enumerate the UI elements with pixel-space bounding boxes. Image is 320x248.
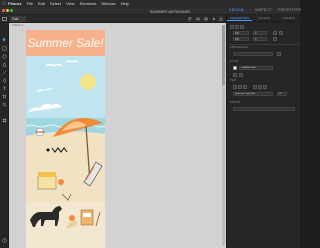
minimize-window-button[interactable]	[6, 9, 9, 12]
font-size-field[interactable]: 18	[277, 92, 287, 96]
mode-tab-prototype[interactable]: PROTOTYPE	[278, 8, 301, 12]
divider	[229, 44, 299, 45]
sun	[80, 74, 96, 90]
line-tool-icon[interactable]	[2, 70, 7, 75]
menu-bar:  Pharos File Edit Select View Elements …	[0, 0, 300, 7]
sidebar-toggle-icon[interactable]	[2, 17, 7, 21]
panel-tabs: PROPERTIES LAYERS ASSETS	[227, 15, 301, 22]
menu-window[interactable]: Window	[101, 1, 115, 6]
scroll-thumb[interactable]	[222, 25, 225, 85]
title-bar: SUMMER ARTBOARD DESIGN INSPECT PROTOTYPE	[0, 7, 301, 15]
mode-tab-design[interactable]: DESIGN	[229, 8, 244, 12]
align-left-icon[interactable]	[230, 25, 234, 29]
headline-text[interactable]: Summer Sale!	[27, 36, 104, 50]
menu-select[interactable]: Select	[50, 1, 61, 6]
menu-elements[interactable]: Elements	[80, 1, 97, 6]
flip-icon[interactable]	[273, 37, 277, 41]
mode-tab-inspect[interactable]: INSPECT	[255, 8, 272, 12]
menu-edit[interactable]: Edit	[38, 1, 45, 6]
align-icon[interactable]	[188, 17, 192, 21]
shadow-icon[interactable]	[239, 73, 243, 77]
italic-icon[interactable]	[238, 85, 242, 89]
vertical-scrollbar[interactable]	[222, 25, 225, 246]
tab-assets[interactable]: ASSETS	[276, 15, 301, 21]
pen-tool-icon[interactable]	[2, 78, 7, 83]
blend-mode-select[interactable]	[233, 52, 273, 56]
y-field[interactable]: 0	[253, 37, 267, 41]
ellipse-tool-icon[interactable]	[2, 54, 7, 59]
menu-app[interactable]: Pharos	[8, 1, 22, 6]
artboard-name-label: Frame 1	[12, 23, 24, 27]
align-center-icon[interactable]	[235, 25, 239, 29]
document-tab[interactable]: Sale	[10, 16, 26, 22]
artboard-tool-icon[interactable]	[2, 94, 7, 99]
help-icon[interactable]: ?	[2, 238, 7, 243]
apple-icon[interactable]: 	[0, 1, 8, 6]
properties-panel: PROPERTIES LAYERS ASSETS 100 240 0 0 APP…	[226, 15, 301, 248]
orange-fruit	[58, 179, 64, 185]
boolean-icon[interactable]	[204, 17, 208, 21]
close-window-button[interactable]	[2, 9, 5, 12]
export-section-title: EXPORT	[230, 101, 241, 104]
fill-field[interactable]: #F6B08A 100%	[239, 66, 273, 70]
text-align-center-icon[interactable]	[258, 85, 262, 89]
play-preview-icon[interactable]	[212, 17, 216, 21]
assets-icon[interactable]	[2, 118, 7, 123]
export-button[interactable]	[233, 107, 295, 111]
style-section-title: STYLE	[230, 60, 239, 63]
appearance-section-title: APPEARANCE	[230, 46, 248, 49]
opacity-icon[interactable]	[277, 52, 281, 56]
tab-layers[interactable]: LAYERS	[252, 15, 277, 21]
artboard[interactable]: Summer Sale!	[26, 30, 105, 248]
bold-icon[interactable]	[233, 85, 237, 89]
note-dot	[46, 148, 50, 152]
beach-ball[interactable]	[35, 127, 45, 137]
distribute-icon[interactable]	[196, 17, 200, 21]
font-family-select[interactable]: Grotesque Light Italic	[233, 92, 273, 96]
fill-color-swatch[interactable]	[233, 66, 237, 70]
menu-file[interactable]: File	[27, 1, 33, 6]
tool-strip: ?	[0, 23, 9, 248]
rectangle-tool-icon[interactable]	[2, 46, 7, 51]
align-right-icon[interactable]	[240, 25, 244, 29]
height-field[interactable]: 240	[233, 37, 249, 41]
text-tool-icon[interactable]	[2, 86, 7, 91]
width-field[interactable]: 100	[233, 31, 249, 35]
zoom-tool-icon[interactable]	[2, 102, 7, 107]
beach-bag[interactable]	[80, 209, 94, 226]
menu-help[interactable]: Help	[121, 1, 129, 6]
rotate-icon[interactable]	[279, 31, 283, 35]
text-section-title: TEXT	[230, 79, 237, 82]
share-icon[interactable]	[219, 17, 223, 21]
select-arrow-icon[interactable]	[2, 37, 7, 42]
lock-ratio-icon[interactable]	[273, 31, 277, 35]
toolbar: Sale	[0, 15, 226, 23]
text-align-right-icon[interactable]	[263, 85, 267, 89]
x-field[interactable]: 0	[253, 31, 267, 35]
polygon-tool-icon[interactable]	[2, 62, 7, 67]
border-icon[interactable]	[233, 73, 237, 77]
menu-view[interactable]: View	[66, 1, 75, 6]
window-title: SUMMER ARTBOARD	[149, 8, 191, 14]
text-align-left-icon[interactable]	[253, 85, 257, 89]
underline-icon[interactable]	[243, 85, 247, 89]
cooler-box[interactable]	[37, 172, 57, 190]
tab-properties[interactable]: PROPERTIES	[227, 15, 252, 21]
zoom-window-button[interactable]	[10, 9, 13, 12]
